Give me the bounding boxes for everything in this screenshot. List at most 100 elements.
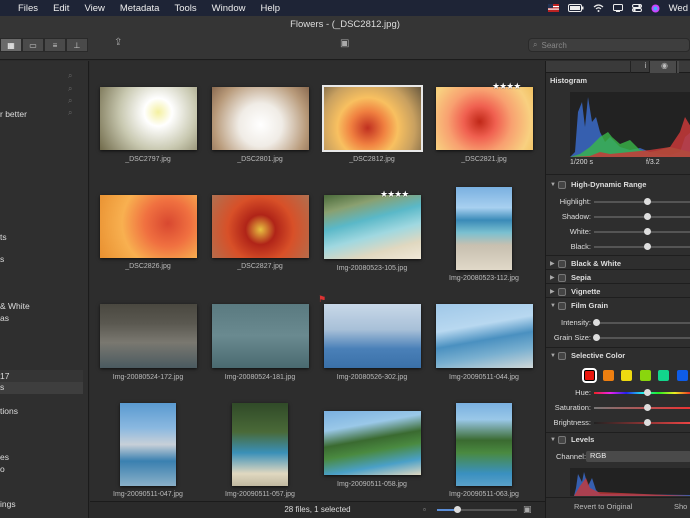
slider-knob[interactable] bbox=[644, 404, 652, 411]
filmstrip-view-icon[interactable]: ▭ bbox=[22, 38, 44, 52]
menu-help[interactable]: Help bbox=[260, 3, 280, 14]
adjustment-slider[interactable] bbox=[594, 419, 690, 426]
color-swatch[interactable] bbox=[602, 370, 614, 381]
sidebar-item[interactable]: tions bbox=[0, 406, 18, 416]
disclosure-open-icon[interactable]: ▼ bbox=[550, 437, 558, 443]
photo-thumbnail[interactable] bbox=[212, 87, 309, 150]
color-swatch[interactable] bbox=[658, 370, 669, 381]
slider-knob[interactable] bbox=[592, 319, 600, 326]
photo-thumbnail[interactable] bbox=[456, 187, 512, 270]
search-icon[interactable]: ⌕ bbox=[68, 84, 72, 94]
sidebar-item[interactable]: ings bbox=[0, 499, 16, 509]
sidebar-item[interactable]: o bbox=[0, 464, 5, 474]
adjustment-slider[interactable] bbox=[594, 228, 690, 235]
slider-knob[interactable] bbox=[644, 419, 652, 426]
list-view-icon[interactable]: ≡ bbox=[44, 38, 66, 52]
photo-thumbnail[interactable] bbox=[456, 403, 512, 486]
bw-section-header[interactable]: ▶ Black & White bbox=[550, 259, 621, 268]
hdr-section-header[interactable]: ▼ High-Dynamic Range bbox=[550, 180, 646, 189]
photo-thumbnail[interactable] bbox=[324, 304, 421, 368]
fullscreen-view-icon[interactable]: ⊥ bbox=[66, 38, 88, 52]
sepia-section-header[interactable]: ▶ Sepia bbox=[550, 273, 591, 282]
photo-thumbnail[interactable] bbox=[436, 87, 533, 150]
photo-thumbnail[interactable] bbox=[212, 195, 309, 258]
menu-view[interactable]: View bbox=[84, 3, 104, 14]
photo-thumbnail[interactable] bbox=[232, 403, 288, 486]
grain-section-header[interactable]: ▼ Film Grain bbox=[550, 301, 608, 310]
photo-thumbnail[interactable] bbox=[100, 195, 197, 258]
rating-stars[interactable]: ★★★★ bbox=[380, 189, 409, 200]
menu-tools[interactable]: Tools bbox=[174, 3, 196, 14]
search-icon[interactable]: ⌕ bbox=[68, 71, 72, 81]
disclosure-closed-icon[interactable]: ▶ bbox=[550, 274, 558, 281]
adjustment-slider[interactable] bbox=[592, 334, 690, 341]
selective-checkbox[interactable] bbox=[558, 351, 566, 360]
adjustment-slider[interactable] bbox=[594, 213, 690, 220]
disclosure-closed-icon[interactable]: ▶ bbox=[550, 260, 558, 267]
menubar-clock[interactable]: Wed bbox=[669, 3, 688, 14]
menu-edit[interactable]: Edit bbox=[53, 3, 69, 14]
zoom-slider[interactable] bbox=[437, 506, 517, 513]
disclosure-open-icon[interactable]: ▼ bbox=[550, 353, 558, 359]
share-icon[interactable]: ⇪ bbox=[114, 37, 122, 48]
sepia-checkbox[interactable] bbox=[558, 273, 566, 282]
photo-thumbnail[interactable] bbox=[324, 411, 421, 475]
small-thumbnail-icon[interactable]: ▫ bbox=[423, 505, 426, 514]
display-icon[interactable] bbox=[612, 4, 623, 12]
vignette-checkbox[interactable] bbox=[558, 287, 566, 296]
adjust-tab-icon[interactable]: ◉ bbox=[649, 61, 679, 73]
extra-tab[interactable] bbox=[676, 61, 690, 73]
sidebar-item[interactable]: ts bbox=[0, 232, 7, 242]
selective-section-header[interactable]: ▼ Selective Color bbox=[550, 351, 625, 360]
search-field[interactable]: ⌕ Search bbox=[528, 38, 690, 52]
sidebar-item[interactable]: 17 bbox=[0, 371, 9, 381]
levels-section-header[interactable]: ▼ Levels bbox=[550, 435, 594, 444]
grain-checkbox[interactable] bbox=[558, 301, 566, 310]
bw-checkbox[interactable] bbox=[558, 259, 566, 268]
grid-view-icon[interactable]: ▦ bbox=[0, 38, 22, 52]
photo-thumbnail-selected[interactable] bbox=[322, 85, 423, 152]
photo-thumbnail[interactable] bbox=[324, 195, 421, 259]
slider-knob[interactable] bbox=[644, 389, 652, 396]
photo-thumbnail[interactable] bbox=[100, 87, 197, 150]
search-icon[interactable]: ⌕ bbox=[68, 96, 72, 106]
disclosure-closed-icon[interactable]: ▶ bbox=[550, 288, 558, 295]
color-swatch[interactable] bbox=[676, 370, 688, 381]
slider-knob[interactable] bbox=[644, 213, 652, 220]
photo-thumbnail[interactable] bbox=[212, 304, 309, 368]
disclosure-open-icon[interactable]: ▼ bbox=[550, 303, 558, 309]
color-swatch[interactable] bbox=[621, 370, 632, 381]
large-thumbnail-icon[interactable]: ▣ bbox=[523, 504, 532, 515]
us-flag-icon[interactable] bbox=[547, 4, 559, 12]
adjustment-slider[interactable] bbox=[594, 404, 690, 411]
slider-knob[interactable] bbox=[644, 198, 652, 205]
photo-thumbnail[interactable] bbox=[436, 304, 533, 368]
disclosure-open-icon[interactable]: ▼ bbox=[550, 182, 558, 188]
photo-thumbnail[interactable] bbox=[100, 304, 197, 368]
revert-button[interactable]: Revert to Original bbox=[574, 502, 632, 511]
search-icon[interactable]: ⌕ bbox=[68, 108, 72, 118]
color-swatch[interactable] bbox=[639, 370, 651, 381]
adjustment-slider[interactable] bbox=[594, 243, 690, 250]
menu-window[interactable]: Window bbox=[212, 3, 246, 14]
vignette-section-header[interactable]: ▶ Vignette bbox=[550, 287, 600, 296]
sidebar-item[interactable]: & White bbox=[0, 301, 30, 311]
siri-icon[interactable] bbox=[651, 4, 660, 13]
sidebar-item[interactable]: s bbox=[0, 254, 4, 264]
channel-select[interactable]: RGB bbox=[586, 451, 690, 462]
rating-stars[interactable]: ★★★★ bbox=[492, 81, 521, 92]
wifi-icon[interactable] bbox=[593, 4, 604, 12]
sidebar-item[interactable]: r better bbox=[0, 109, 27, 119]
menu-file[interactable]: Files bbox=[18, 3, 38, 14]
control-center-icon[interactable] bbox=[631, 4, 642, 12]
photo-thumbnail[interactable] bbox=[120, 403, 176, 486]
slider-knob[interactable] bbox=[644, 228, 652, 235]
levels-checkbox[interactable] bbox=[558, 435, 566, 444]
color-swatch[interactable] bbox=[582, 368, 597, 383]
hdr-checkbox[interactable] bbox=[558, 180, 566, 189]
battery-icon[interactable] bbox=[567, 4, 584, 12]
slideshow-icon[interactable]: ▣ bbox=[340, 38, 349, 49]
adjustment-slider[interactable] bbox=[592, 319, 690, 326]
sidebar-item-selected[interactable]: s bbox=[0, 382, 4, 392]
zoom-slider-knob[interactable] bbox=[454, 506, 461, 513]
